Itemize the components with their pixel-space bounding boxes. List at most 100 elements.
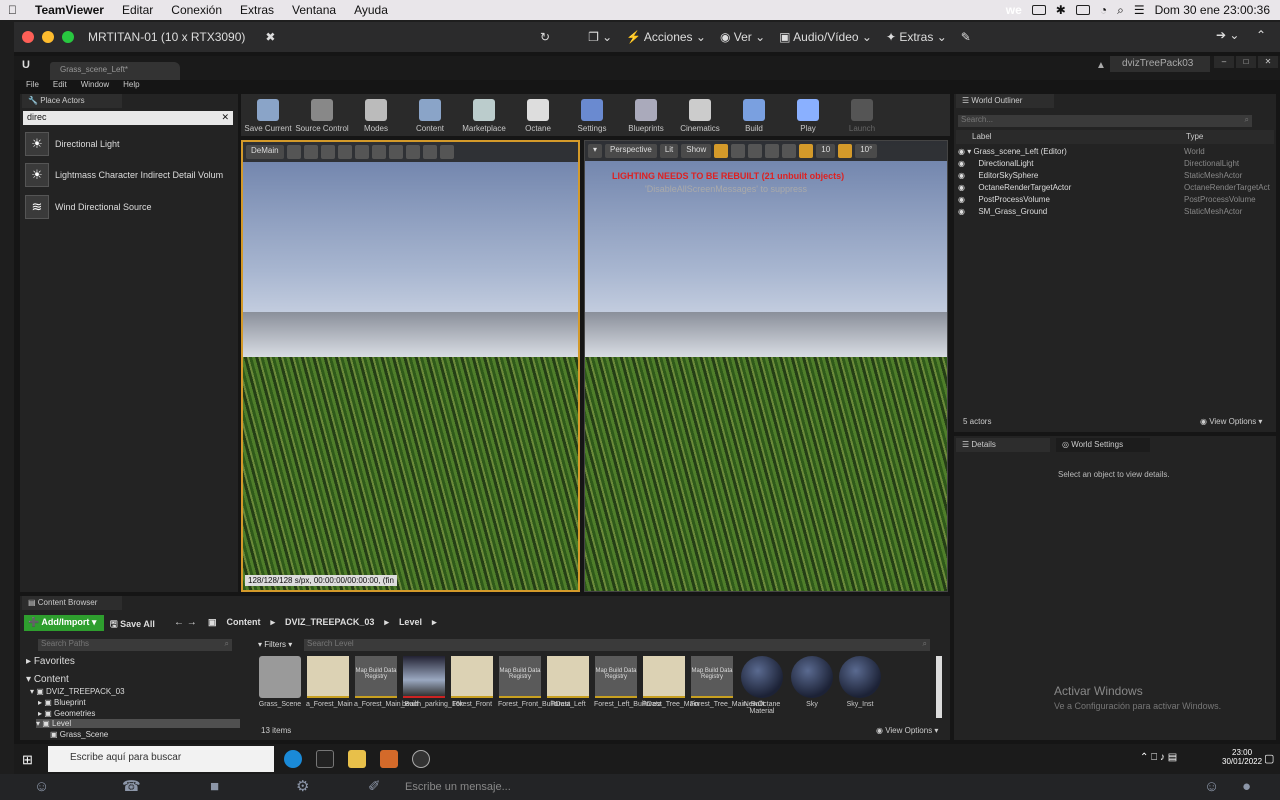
octane-button[interactable]: Octane (511, 94, 565, 136)
cinematics-button[interactable]: Cinematics (673, 94, 727, 136)
outliner-row[interactable]: ◉ DirectionalLight DirectionalLight (958, 159, 1274, 171)
settings-button[interactable]: Settings (565, 94, 619, 136)
col-label[interactable]: Label (972, 132, 992, 141)
bluetooth-icon[interactable]: ✱ (1056, 3, 1066, 17)
tree-pack[interactable]: ▾ ▣ DVIZ_TREEPACK_03 (30, 687, 125, 696)
viewport-tool-icon[interactable] (405, 145, 420, 159)
level-tab[interactable]: Grass_scene_Left* (50, 62, 180, 80)
edge-icon[interactable] (284, 750, 302, 768)
launch-button[interactable]: Launch (835, 94, 889, 136)
apple-icon[interactable]:  (8, 3, 17, 17)
viewport-tool-icon[interactable] (371, 145, 386, 159)
outliner-row[interactable]: ◉ EditorSkySphere StaticMeshActor (958, 171, 1274, 183)
play-button[interactable]: Play (781, 94, 835, 136)
lit-button[interactable]: Lit (659, 144, 679, 158)
details-tab[interactable]: ☰ Details (956, 438, 1050, 452)
col-type[interactable]: Type (1186, 132, 1203, 141)
phone-icon[interactable]: ☎ (122, 774, 144, 800)
windows-start-icon[interactable]: ⊞ (22, 752, 33, 768)
save-current-button[interactable]: Save Current (241, 94, 295, 136)
asset-tile[interactable]: beach_parking_16k (402, 656, 463, 720)
menu-window[interactable]: Window (81, 80, 109, 94)
app-icon[interactable] (380, 750, 398, 768)
screen-icon[interactable] (1031, 5, 1046, 15)
menu-ventana[interactable]: Ventana (292, 3, 336, 17)
close-window-button[interactable] (22, 31, 34, 43)
viewport-options-icon[interactable]: ▾ (588, 144, 603, 158)
favorites-section[interactable]: ▸ Favorites (26, 656, 75, 667)
breadcrumb-pack[interactable]: DVIZ_TREEPACK_03 (285, 617, 374, 628)
minimize-icon[interactable]: – (1214, 56, 1234, 68)
gear-icon[interactable]: ⚙ (296, 774, 318, 800)
menu-conexion[interactable]: Conexión (171, 3, 222, 17)
viewport-tool-icon[interactable] (422, 145, 437, 159)
menu-editar[interactable]: Editar (122, 3, 153, 17)
rotate-icon[interactable] (731, 144, 746, 158)
surface-snap-icon[interactable] (782, 144, 797, 158)
grid-size[interactable]: 10 (816, 144, 836, 158)
build-button[interactable]: Build (727, 94, 781, 136)
tree-geometries[interactable]: ▸ ▣ Geometries (38, 709, 95, 718)
viewport-tool-icon[interactable] (354, 145, 369, 159)
microphone-icon[interactable]: ● (1242, 774, 1264, 800)
taskbar-clock[interactable]: 23:00 30/01/2022 (1222, 748, 1262, 766)
control-center-icon[interactable]: ☰ (1134, 3, 1145, 17)
content-browser-tab[interactable]: ▤ Content Browser (22, 596, 122, 610)
world-icon[interactable] (765, 144, 780, 158)
tree-blueprint[interactable]: ▸ ▣ Blueprint (38, 698, 86, 707)
asset-tile[interactable]: NewOctane Material (740, 656, 784, 720)
asset-tile[interactable]: Map Build Data Registry Forest_Left_Built… (594, 656, 662, 720)
attach-icon[interactable]: ✐ (368, 774, 390, 800)
collapse-icon[interactable]: ⌃ (1256, 28, 1266, 42)
menu-app[interactable]: TeamViewer (35, 3, 104, 17)
source-control-button[interactable]: Source Control (295, 94, 349, 136)
asset-tile[interactable]: Map Build Data Registry Forest_Tree_Main_… (690, 656, 764, 720)
outliner-search[interactable]: Search... ⌕ (958, 115, 1252, 127)
angle-snap-icon[interactable] (838, 144, 853, 158)
grid-snap-icon[interactable] (799, 144, 814, 158)
maximize-icon[interactable]: □ (1236, 56, 1256, 68)
unreal-taskbar-icon[interactable] (412, 750, 430, 768)
translate-icon[interactable] (714, 144, 729, 158)
audio-video-button[interactable]: ▣ Audio/Vídeo ⌄ (779, 30, 872, 44)
cb-view-options[interactable]: ◉ View Options ▾ (876, 726, 938, 735)
close-icon[interactable]: ✕ (1258, 56, 1278, 68)
edit-icon[interactable]: ✎ (961, 30, 971, 44)
breadcrumb-content[interactable]: Content (227, 617, 261, 628)
level-search-input[interactable]: Search Level ⌕ (304, 639, 930, 651)
ver-button[interactable]: ◉ Ver ⌄ (720, 30, 765, 44)
run-icon[interactable]: ➔ ⌄ (1216, 28, 1239, 42)
viewport-tool-icon[interactable] (320, 145, 335, 159)
modes-button[interactable]: Modes (349, 94, 403, 136)
viewport-tool-icon[interactable] (286, 145, 301, 159)
outliner-row[interactable]: ◉ OctaneRenderTargetActor OctaneRenderTar… (958, 183, 1274, 195)
chat-message-input[interactable]: Escribe un mensaje... (405, 774, 511, 800)
menu-file[interactable]: File (26, 80, 39, 94)
place-actors-tab[interactable]: 🔧 Place Actors (22, 94, 122, 108)
place-actors-search[interactable]: direc ✕ (23, 111, 233, 125)
history-nav-icons[interactable]: ← → (174, 617, 197, 628)
place-item-directional-light[interactable]: ☀ Directional Light (25, 131, 235, 157)
minimize-window-button[interactable] (42, 31, 54, 43)
mac-datetime[interactable]: Dom 30 ene 23:00:36 (1155, 3, 1270, 17)
video-icon[interactable]: ■ (210, 774, 232, 800)
place-item-lightmass-volume[interactable]: ☀ Lightmass Character Indirect Detail Vol… (25, 162, 235, 188)
notification-icon[interactable]: ▢ (1264, 752, 1274, 765)
asset-tile[interactable]: Map Build Data Registry a_Forest_Main_Bui… (354, 656, 418, 720)
add-import-button[interactable]: ➕ Add/Import ▾ (24, 615, 104, 631)
tree-content[interactable]: ▾ Content (26, 674, 69, 685)
outliner-row[interactable]: ◉ ▾ Grass_scene_Left (Editor) World (958, 147, 1274, 159)
perspective-viewport[interactable]: ▾ Perspective Lit Show 10 10° (584, 140, 948, 592)
battery-icon[interactable] (1075, 5, 1090, 15)
marketplace-button[interactable]: Marketplace (457, 94, 511, 136)
tray-icons[interactable]: ⌃ ⎕ ♪ ▤ (1140, 752, 1177, 763)
tree-grass-scene[interactable]: ▣ Grass_Scene (50, 730, 108, 739)
asset-tile[interactable]: Sky_Inst (838, 656, 882, 720)
outliner-view-options[interactable]: ◉ View Options ▾ (1200, 417, 1262, 426)
content-button[interactable]: Content (403, 94, 457, 136)
windows-icon[interactable]: ❐ ⌄ (588, 30, 612, 44)
epic-games-icon[interactable] (316, 750, 334, 768)
acciones-button[interactable]: ⚡ Acciones ⌄ (626, 30, 706, 44)
menu-edit[interactable]: Edit (53, 80, 67, 94)
menu-extras[interactable]: Extras (240, 3, 274, 17)
